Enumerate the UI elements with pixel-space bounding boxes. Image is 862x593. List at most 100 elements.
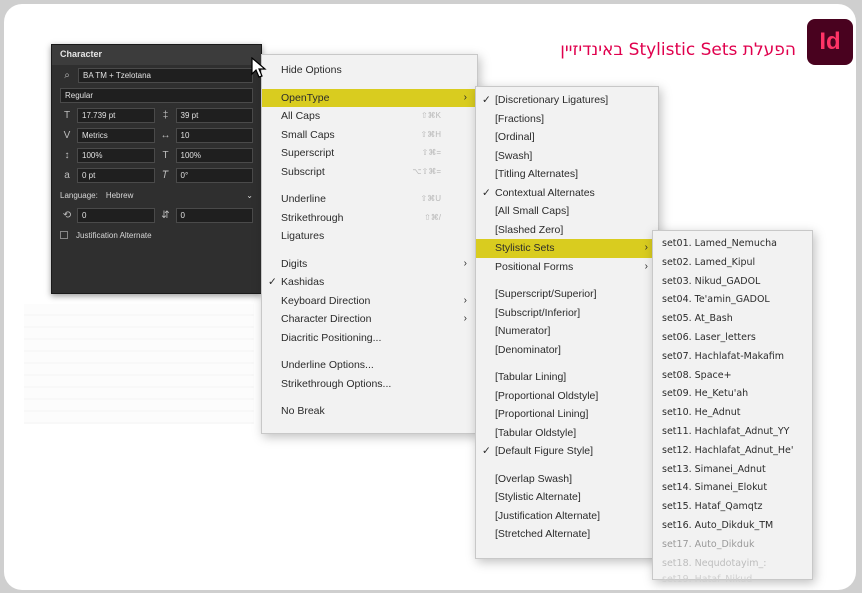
baseline-shift-field[interactable]: 0 pt bbox=[77, 167, 155, 183]
menu-item-set07[interactable]: set07. Hachlafat-Makafim bbox=[653, 348, 812, 367]
horizontal-scale-field[interactable]: 100% bbox=[175, 147, 253, 163]
menu-item-stylistic-sets[interactable]: Stylistic Sets › bbox=[476, 239, 658, 258]
menu-item-label: OpenType bbox=[281, 91, 330, 104]
justification-label: Justification Alternate bbox=[76, 230, 152, 240]
menu-item-label: [Denominator] bbox=[495, 343, 561, 356]
font-family-field[interactable]: BA TM + Tzelotana bbox=[78, 67, 253, 83]
menu-item-proportional-oldstyle[interactable]: [Proportional Oldstyle] bbox=[476, 387, 658, 406]
font-style-field[interactable]: Regular bbox=[60, 87, 253, 103]
menu-item-set10[interactable]: set10. He_Adnut bbox=[653, 404, 812, 423]
menu-item-label: No Break bbox=[281, 405, 325, 417]
menu-item-label: Character Direction bbox=[281, 313, 372, 325]
menu-item-diacritic-positioning[interactable]: Diacritic Positioning... bbox=[262, 329, 477, 348]
menu-item-label: Kashidas bbox=[281, 276, 325, 288]
menu-item-digits[interactable]: Digits › bbox=[262, 255, 477, 274]
vertical-scale-field[interactable]: 100% bbox=[77, 147, 155, 163]
menu-item-all-small-caps[interactable]: [All Small Caps] bbox=[476, 202, 658, 221]
menu-item-set15[interactable]: set15. Hataf_Qamqtz bbox=[653, 498, 812, 517]
menu-item-character-direction[interactable]: Character Direction › bbox=[262, 310, 477, 329]
menu-item-set18[interactable]: set18. Nequdotayim_: bbox=[653, 555, 812, 574]
menu-item-shortcut: ⇧⌘/ bbox=[424, 212, 441, 222]
menu-item-contextual-alternates[interactable]: ✓ Contextual Alternates bbox=[476, 184, 658, 203]
menu-item-label: [Stylistic Alternate] bbox=[495, 491, 581, 503]
language-value[interactable]: Hebrew bbox=[106, 191, 134, 200]
menu-item-label: [Numerator] bbox=[495, 325, 551, 337]
menu-item-label: Underline Options... bbox=[281, 359, 374, 371]
menu-item-all-caps[interactable]: All Caps ⇧⌘K bbox=[262, 107, 477, 126]
skew-field[interactable]: 0° bbox=[175, 167, 253, 183]
menu-item-set09[interactable]: set09. He_Ketu'ah bbox=[653, 385, 812, 404]
menu-item-denominator[interactable]: [Denominator] bbox=[476, 341, 658, 360]
menu-item-underline-options[interactable]: Underline Options... bbox=[262, 356, 477, 375]
menu-item-set03[interactable]: set03. Nikud_GADOL bbox=[653, 273, 812, 292]
menu-item-justification-alternate[interactable]: [Justification Alternate] bbox=[476, 507, 658, 526]
menu-item-no-break[interactable]: No Break bbox=[262, 402, 477, 421]
menu-item-discretionary-ligatures[interactable]: ✓ [Discretionary Ligatures] bbox=[476, 91, 658, 110]
menu-item-superscript-superior[interactable]: [Superscript/Superior] bbox=[476, 285, 658, 304]
menu-item-superscript[interactable]: Superscript ⇧⌘= bbox=[262, 144, 477, 163]
menu-item-strikethrough[interactable]: Strikethrough ⇧⌘/ bbox=[262, 209, 477, 228]
menu-item-ligatures[interactable]: Ligatures bbox=[262, 227, 477, 246]
menu-item-strikethrough-options[interactable]: Strikethrough Options... bbox=[262, 375, 477, 394]
menu-item-fractions[interactable]: [Fractions] bbox=[476, 110, 658, 129]
menu-item-set02[interactable]: set02. Lamed_Kipul bbox=[653, 254, 812, 273]
menu-item-label: [Proportional Lining] bbox=[495, 408, 589, 420]
chevron-right-icon: › bbox=[644, 242, 648, 253]
menu-item-set05[interactable]: set05. At_Bash bbox=[653, 310, 812, 329]
menu-item-stylistic-alternate[interactable]: [Stylistic Alternate] bbox=[476, 488, 658, 507]
menu-item-set12[interactable]: set12. Hachlafat_Adnut_He' bbox=[653, 442, 812, 461]
menu-item-proportional-lining[interactable]: [Proportional Lining] bbox=[476, 405, 658, 424]
menu-item-subscript-inferior[interactable]: [Subscript/Inferior] bbox=[476, 304, 658, 323]
menu-item-label: [Swash] bbox=[495, 149, 533, 162]
menu-item-label: Keyboard Direction bbox=[281, 294, 371, 307]
menu-item-titling-alternates[interactable]: [Titling Alternates] bbox=[476, 165, 658, 184]
menu-item-underline[interactable]: Underline ⇧⌘U bbox=[262, 190, 477, 209]
indesign-logo: Id bbox=[807, 19, 853, 65]
checkmark-icon: ✓ bbox=[482, 445, 491, 457]
menu-item-set04[interactable]: set04. Te'amin_GADOL bbox=[653, 291, 812, 310]
menu-item-tabular-lining[interactable]: [Tabular Lining] bbox=[476, 368, 658, 387]
menu-item-set11[interactable]: set11. Hachlafat_Adnut_YY bbox=[653, 423, 812, 442]
menu-item-kashidas[interactable]: ✓ Kashidas bbox=[262, 273, 477, 292]
tracking-field[interactable]: 10 bbox=[175, 127, 253, 143]
menu-item-label: [Justification Alternate] bbox=[495, 509, 601, 522]
menu-item-set13[interactable]: set13. Simanei_Adnut bbox=[653, 461, 812, 480]
menu-item-overlap-swash[interactable]: [Overlap Swash] bbox=[476, 470, 658, 489]
leading-field[interactable]: 39 pt bbox=[175, 107, 253, 123]
menu-item-set19[interactable]: set19. Hataf_Nikud bbox=[653, 573, 812, 583]
menu-item-label: Hide Options bbox=[281, 64, 342, 76]
menu-item-keyboard-direction[interactable]: Keyboard Direction › bbox=[262, 292, 477, 311]
menu-item-opentype[interactable]: OpenType › bbox=[262, 88, 477, 107]
menu-item-positional-forms[interactable]: Positional Forms › bbox=[476, 258, 658, 277]
menu-item-set14[interactable]: set14. Simanei_Elokut bbox=[653, 479, 812, 498]
menu-item-shortcut: ⇧⌘U bbox=[420, 194, 441, 203]
menu-item-set06[interactable]: set06. Laser_letters bbox=[653, 329, 812, 348]
tab-character[interactable]: Character bbox=[52, 45, 261, 65]
menu-item-hide-options[interactable]: Hide Options bbox=[262, 61, 477, 80]
menu-item-set01[interactable]: set01. Lamed_Nemucha bbox=[653, 235, 812, 254]
menu-item-slashed-zero[interactable]: [Slashed Zero] bbox=[476, 221, 658, 240]
menu-item-label: Positional Forms bbox=[495, 260, 574, 273]
menu-separator bbox=[262, 80, 477, 89]
character-panel: Character ⌕ BA TM + Tzelotana Regular T1… bbox=[51, 44, 262, 294]
menu-item-set16[interactable]: set16. Auto_Dikduk_TM bbox=[653, 517, 812, 536]
field-b[interactable]: 0 bbox=[175, 207, 253, 223]
menu-item-ordinal[interactable]: [Ordinal] bbox=[476, 128, 658, 147]
menu-item-set08[interactable]: set08. Space+ bbox=[653, 367, 812, 386]
vertical-scale-icon: ↕ bbox=[64, 149, 70, 161]
chevron-down-icon[interactable]: ⌄ bbox=[246, 191, 253, 200]
menu-separator bbox=[262, 393, 477, 402]
menu-item-stretched-alternate[interactable]: [Stretched Alternate] bbox=[476, 525, 658, 544]
field-a[interactable]: 0 bbox=[77, 207, 155, 223]
justification-checkbox[interactable] bbox=[60, 231, 68, 239]
menu-item-default-figure-style[interactable]: ✓ [Default Figure Style] bbox=[476, 442, 658, 461]
font-size-field[interactable]: 17.739 pt bbox=[77, 107, 155, 123]
menu-item-subscript[interactable]: Subscript ⌥⇧⌘= bbox=[262, 163, 477, 182]
menu-item-tabular-oldstyle[interactable]: [Tabular Oldstyle] bbox=[476, 424, 658, 443]
menu-item-label: [Ordinal] bbox=[495, 131, 535, 143]
menu-item-set17[interactable]: set17. Auto_Dikduk bbox=[653, 536, 812, 555]
menu-item-numerator[interactable]: [Numerator] bbox=[476, 322, 658, 341]
menu-item-swash[interactable]: [Swash] bbox=[476, 147, 658, 166]
menu-item-small-caps[interactable]: Small Caps ⇧⌘H bbox=[262, 126, 477, 145]
kerning-field[interactable]: Metrics bbox=[77, 127, 155, 143]
